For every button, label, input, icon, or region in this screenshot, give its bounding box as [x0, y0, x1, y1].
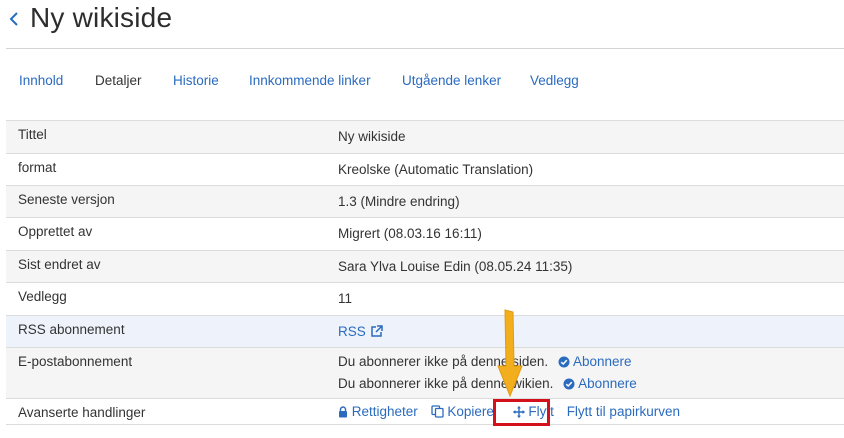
row-value-format: Kreolske (Automatic Translation) [338, 162, 534, 177]
table-row: E-postabonnement Du abonnerer ikke på de… [6, 347, 844, 399]
table-row: Seneste versjon 1.3 (Mindre endring) [6, 185, 844, 218]
table-row: format Kreolske (Automatic Translation) [6, 153, 844, 186]
row-label-created: Opprettet av [18, 224, 93, 239]
row-value-tittel: Ny wikiside [338, 129, 406, 144]
page-header: Ny wikiside [0, 0, 844, 48]
tab-vedlegg[interactable]: Vedlegg [530, 73, 579, 88]
row-label-version: Seneste versjon [18, 192, 115, 207]
back-chevron-icon[interactable] [6, 6, 22, 32]
row-label-attachments: Vedlegg [18, 289, 67, 304]
copy-label: Kopiere [447, 404, 494, 419]
highlight-box [493, 399, 550, 426]
row-label-email: E-postabonnement [18, 354, 133, 369]
subscribe-wiki-button[interactable]: Abonnere [563, 376, 637, 391]
row-label-tittel: Tittel [18, 127, 47, 142]
row-label-modified: Sist endret av [18, 257, 101, 272]
row-label-rss: RSS abonnement [18, 322, 125, 337]
permissions-label: Rettigheter [351, 404, 418, 419]
row-label-format: format [18, 160, 57, 175]
table-row: Vedlegg 11 [6, 282, 844, 316]
external-link-icon [370, 325, 383, 341]
table-row: RSS abonnement RSS [6, 315, 844, 348]
move-to-trash-button[interactable]: Flytt til papirkurven [567, 404, 680, 419]
permissions-button[interactable]: Rettigheter [338, 404, 422, 419]
rss-link[interactable]: RSS [338, 324, 383, 339]
copy-button[interactable]: Kopiere [430, 404, 498, 421]
row-value-created: Migrert (08.03.16 16:11) [338, 226, 482, 241]
check-circle-icon [558, 353, 570, 375]
email-subscription-wiki: Du abonnerer ikke på denne wikien. Abonn… [338, 373, 844, 395]
table-row: Sist endret av Sara Ylva Louise Edin (08… [6, 250, 844, 283]
row-value-version: 1.3 (Mindre endring) [338, 194, 460, 209]
lock-icon [338, 406, 348, 421]
subscribe-wiki-label: Abonnere [578, 376, 637, 391]
detail-tabs: Innhold Detaljer Historie Innkommende li… [0, 66, 844, 96]
table-row: Avanserte handlinger Rettigheter Kopiere… [6, 398, 844, 425]
copy-icon [430, 405, 444, 421]
tab-utgaende-lenker[interactable]: Utgående lenker [402, 73, 501, 88]
tab-innkommende-linker[interactable]: Innkommende linker [249, 73, 371, 88]
details-table: Tittel Ny wikiside format Kreolske (Auto… [6, 120, 844, 425]
row-label-advanced: Avanserte handlinger [18, 405, 146, 420]
tab-detaljer[interactable]: Detaljer [95, 73, 142, 88]
table-row: Opprettet av Migrert (08.03.16 16:11) [6, 217, 844, 251]
row-value-attachments: 11 [338, 291, 353, 306]
page-title: Ny wikiside [30, 2, 173, 33]
tab-historie[interactable]: Historie [173, 73, 219, 88]
arrow-down-icon [490, 308, 530, 400]
tab-innhold[interactable]: Innhold [19, 73, 63, 88]
rss-link-label: RSS [338, 324, 366, 339]
subscribe-page-button[interactable]: Abonnere [558, 354, 632, 369]
header-divider [6, 48, 844, 49]
check-circle-icon [563, 375, 575, 397]
row-value-modified: Sara Ylva Louise Edin (08.05.24 11:35) [338, 259, 573, 274]
email-subscription-page: Du abonnerer ikke på denne siden. Abonne… [338, 351, 844, 373]
table-row: Tittel Ny wikiside [6, 120, 844, 154]
subscribe-page-label: Abonnere [572, 354, 632, 369]
